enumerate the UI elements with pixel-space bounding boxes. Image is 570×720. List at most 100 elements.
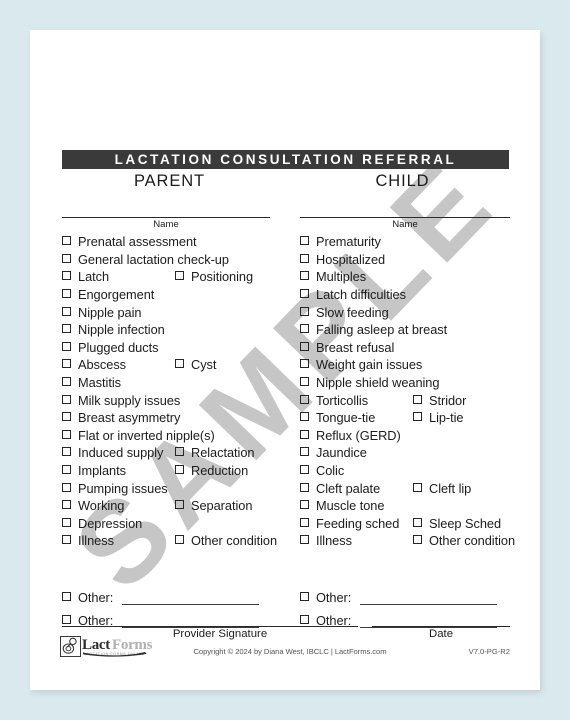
checkbox[interactable] (413, 517, 422, 527)
checkbox[interactable] (62, 289, 71, 299)
checkbox[interactable] (300, 236, 309, 246)
checkbox[interactable] (62, 447, 71, 457)
checkbox[interactable] (413, 394, 422, 404)
checkbox[interactable] (62, 359, 71, 369)
date-line[interactable] (372, 626, 510, 627)
checkbox[interactable] (300, 592, 309, 601)
checklist-row: Induced supply Relactation (62, 444, 292, 462)
checkbox[interactable] (300, 359, 309, 369)
checklist-row: Nipple pain (62, 303, 292, 321)
checkbox[interactable] (175, 464, 184, 474)
checklist-secondary-option: Separation (175, 497, 252, 515)
checklist-secondary-option: Cleft lip (413, 479, 471, 497)
checklist-secondary-option: Stridor (413, 391, 466, 409)
other-row: Other: (62, 586, 260, 611)
checkbox[interactable] (300, 253, 309, 263)
parent-name-label: Name (153, 219, 179, 230)
checkbox[interactable] (62, 500, 71, 510)
checkbox[interactable] (175, 447, 184, 457)
checkbox[interactable] (413, 482, 422, 492)
checkbox[interactable] (300, 271, 309, 281)
child-checklist: Prematurity Hospitalized Multiples Latch di… (300, 233, 535, 550)
checkbox[interactable] (62, 615, 71, 624)
checkbox[interactable] (62, 377, 71, 387)
checkbox[interactable] (300, 341, 309, 351)
checkbox[interactable] (62, 412, 71, 422)
checkbox[interactable] (62, 341, 71, 351)
other-write-in-line[interactable] (360, 586, 498, 605)
checkbox[interactable] (175, 359, 184, 369)
checkbox-label: Working (78, 498, 125, 514)
checkbox[interactable] (413, 535, 422, 545)
checkbox[interactable] (62, 535, 71, 545)
checklist-row: Nipple infection (62, 321, 292, 339)
copyright-text: Copyright © 2024 by Diana West, IBCLC | … (193, 647, 387, 656)
checkbox[interactable] (300, 615, 309, 624)
checkbox[interactable] (62, 394, 71, 404)
checkbox[interactable] (62, 253, 71, 263)
checkbox-label: Prenatal assessment (78, 234, 197, 250)
checkbox-label: Cleft lip (429, 480, 472, 496)
checklist-row: Working Separation (62, 497, 292, 515)
checklist-row: General lactation check-up (62, 251, 292, 269)
checkbox[interactable] (300, 394, 309, 404)
checkbox[interactable] (62, 271, 71, 281)
checkbox[interactable] (175, 535, 184, 545)
checkbox[interactable] (62, 429, 71, 439)
checkbox[interactable] (300, 482, 309, 492)
checkbox[interactable] (300, 377, 309, 387)
checkbox-label: Abscess (78, 357, 127, 373)
checkbox-label: Illness (316, 533, 352, 549)
checklist-row: Tongue-tie Lip-tie (300, 409, 535, 427)
checkbox-label: Muscle tone (316, 498, 385, 514)
checklist-row: Flat or inverted nipple(s) (62, 427, 292, 445)
checklist-secondary-option: Other condition (175, 532, 277, 550)
checkbox[interactable] (62, 236, 71, 246)
checkbox[interactable] (300, 429, 309, 439)
checkbox[interactable] (62, 464, 71, 474)
checkbox[interactable] (300, 289, 309, 299)
checkbox[interactable] (300, 517, 309, 527)
checklist-row: Latch Positioning (62, 268, 292, 286)
checkbox-label: Other condition (429, 533, 516, 549)
checkbox-label: Sleep Sched (429, 515, 502, 531)
checkbox[interactable] (300, 412, 309, 422)
checkbox[interactable] (62, 482, 71, 492)
checklist-row: Prenatal assessment (62, 233, 292, 251)
checkbox[interactable] (175, 271, 184, 281)
checkbox-label: Milk supply issues (78, 392, 181, 408)
checkbox[interactable] (175, 500, 184, 510)
checkbox[interactable] (62, 517, 71, 527)
other-write-in-line[interactable] (122, 586, 260, 605)
checkbox[interactable] (62, 306, 71, 316)
checklist-secondary-option: Sleep Sched (413, 515, 501, 533)
checkbox-label: Lip-tie (429, 410, 464, 426)
checkbox[interactable] (300, 500, 309, 510)
checkbox-label: Nipple infection (78, 322, 165, 338)
provider-signature-line[interactable] (62, 626, 358, 627)
checkbox[interactable] (413, 412, 422, 422)
checklist-row: Slow feeding (300, 303, 535, 321)
child-name-line[interactable] (300, 217, 510, 218)
checkbox[interactable] (300, 464, 309, 474)
checklist-row: Engorgement (62, 286, 292, 304)
checklist-row: Weight gain issues (300, 356, 535, 374)
checkbox-label: Other condition (191, 533, 278, 549)
checkbox[interactable] (62, 592, 71, 601)
parent-name-line[interactable] (62, 217, 270, 218)
checkbox-label: Latch difficulties (316, 287, 406, 303)
logo-swoosh-icon (83, 652, 147, 657)
checklist-row: Torticollis Stridor (300, 391, 535, 409)
checkbox-label: Tongue-tie (316, 410, 376, 426)
checkbox[interactable] (300, 324, 309, 334)
checkbox-label: Depression (78, 515, 143, 531)
checkbox[interactable] (62, 324, 71, 334)
checkbox[interactable] (300, 306, 309, 316)
checkbox-label: Slow feeding (316, 304, 389, 320)
checkbox-label: Implants (78, 462, 126, 478)
checkbox[interactable] (300, 535, 309, 545)
checkbox-label: Torticollis (316, 392, 369, 408)
checklist-row: Feeding sched Sleep Sched (300, 515, 535, 533)
other-label: Other: (78, 590, 114, 605)
checkbox[interactable] (300, 447, 309, 457)
